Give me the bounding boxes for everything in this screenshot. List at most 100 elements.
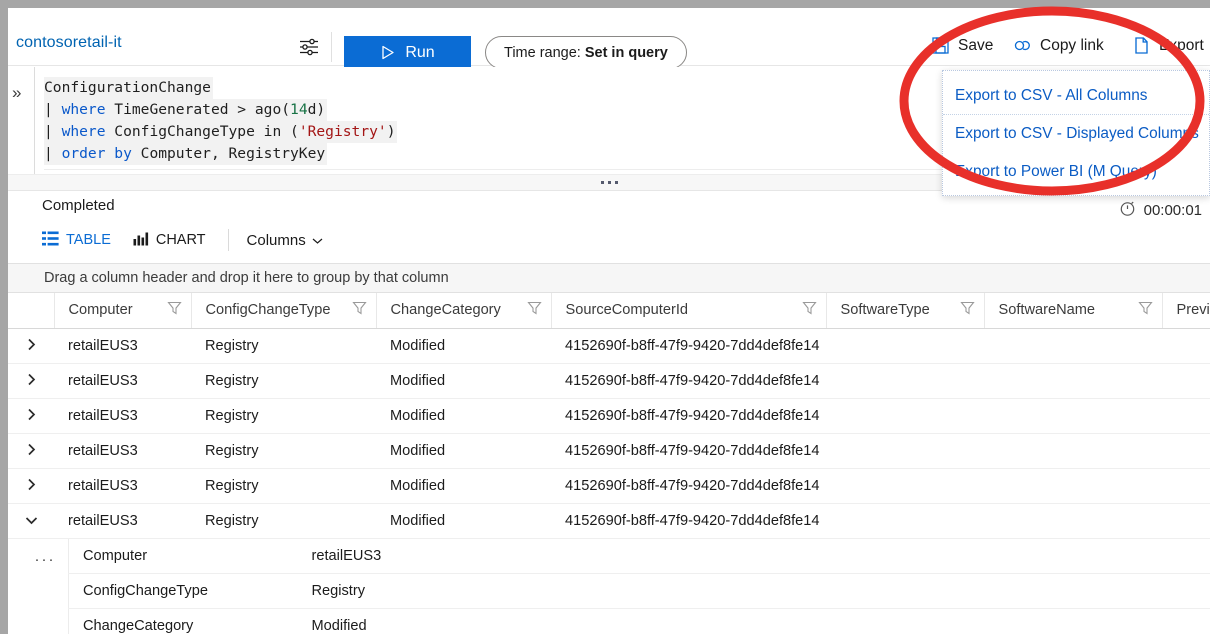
detail-row: ChangeCategoryModified (69, 609, 1210, 634)
column-header-changecategory[interactable]: ChangeCategory (376, 293, 551, 328)
command-bar: contosoretail-it Run Time (8, 17, 1210, 66)
cell-softwarename (984, 363, 1162, 398)
column-header-label: SoftwareName (999, 302, 1096, 318)
row-expand-toggle[interactable] (8, 328, 54, 363)
cell-sourcecomputerid: 4152690f-b8ff-47f9-9420-7dd4def8fe14 (551, 468, 826, 503)
table-icon (42, 231, 59, 250)
cell-previou (1162, 468, 1210, 503)
tab-chart-label: CHART (156, 232, 206, 248)
funnel-icon[interactable] (352, 301, 367, 320)
kql-query-text[interactable]: ConfigurationChange| where TimeGenerated… (44, 77, 397, 165)
table-row[interactable]: retailEUS3RegistryModified4152690f-b8ff-… (8, 398, 1210, 433)
cell-softwaretype (826, 363, 984, 398)
table-row[interactable]: retailEUS3RegistryModified4152690f-b8ff-… (8, 503, 1210, 538)
cell-previou (1162, 398, 1210, 433)
cell-softwarename (984, 328, 1162, 363)
row-expand-toggle[interactable] (8, 398, 54, 433)
column-header-softwarename[interactable]: SoftwareName (984, 293, 1162, 328)
editor-gutter-divider (34, 67, 35, 174)
copy-link-button[interactable]: Copy link (1012, 35, 1104, 56)
cell-previou (1162, 363, 1210, 398)
ellipsis-icon[interactable]: ··· (22, 539, 68, 634)
workspace-name-link[interactable]: contosoretail-it (16, 34, 122, 52)
results-header: Completed TABLE (8, 191, 1210, 263)
row-expand-toggle[interactable] (8, 363, 54, 398)
export-menu-item-label: Export to Power BI (M Query) (955, 163, 1157, 181)
cell-sourcecomputerid: 4152690f-b8ff-47f9-9420-7dd4def8fe14 (551, 328, 826, 363)
cell-sourcecomputerid: 4152690f-b8ff-47f9-9420-7dd4def8fe14 (551, 363, 826, 398)
column-header-label: ChangeCategory (391, 302, 501, 318)
chevron-right-icon (27, 443, 36, 459)
sliders-icon[interactable] (297, 35, 321, 59)
cell-computer: retailEUS3 (54, 433, 191, 468)
column-header-computer[interactable]: Computer (54, 293, 191, 328)
funnel-icon[interactable] (167, 301, 182, 320)
kql-line: | where TimeGenerated > ago(14d) (44, 99, 327, 121)
screenshot-root: contosoretail-it Run Time (0, 0, 1210, 634)
row-expand-toggle[interactable] (8, 468, 54, 503)
export-menu-item-label: Export to CSV - All Columns (955, 87, 1147, 105)
detail-row: ConfigChangeTypeRegistry (69, 574, 1210, 609)
export-menu-item-3[interactable]: Export to Power BI (M Query) (943, 153, 1209, 191)
detail-field-value: Registry (312, 574, 1210, 609)
export-menu-item-2[interactable]: Export to CSV - Displayed Columns (943, 115, 1209, 153)
cell-softwaretype (826, 503, 984, 538)
column-header-label: Computer (69, 302, 133, 318)
cell-softwaretype (826, 433, 984, 468)
funnel-icon[interactable] (1138, 301, 1153, 320)
funnel-icon[interactable] (527, 301, 542, 320)
funnel-icon[interactable] (960, 301, 975, 320)
cell-computer: retailEUS3 (54, 363, 191, 398)
column-header-label: ConfigChangeType (206, 302, 331, 318)
export-dropdown-menu: Export to CSV - All Columns Export to CSV… (942, 70, 1210, 196)
column-header-softwaretype[interactable]: SoftwareType (826, 293, 984, 328)
columns-button-label: Columns (247, 232, 306, 249)
toolbar-divider (331, 32, 332, 62)
column-header-label: Previou (1177, 302, 1210, 318)
save-button[interactable]: Save (930, 35, 993, 56)
drag-dots-icon (601, 181, 618, 184)
stopwatch-icon (1119, 200, 1136, 221)
run-button-label: Run (405, 44, 434, 62)
export-menu-item-1[interactable]: Export to CSV - All Columns (943, 77, 1209, 115)
column-header-sourcecomputerid[interactable]: SourceComputerId (551, 293, 826, 328)
time-range-picker[interactable]: Time range: Set in query (485, 36, 687, 69)
row-detail-panel-host: ···ComputerretailEUS3ConfigChangeTypeReg… (8, 538, 1210, 634)
funnel-icon[interactable] (802, 301, 817, 320)
export-label: Export (1159, 37, 1204, 55)
cell-computer: retailEUS3 (54, 328, 191, 363)
cell-changecategory: Modified (376, 398, 551, 433)
query-timer: 00:00:01 (1119, 200, 1202, 221)
export-button[interactable]: Export (1131, 35, 1204, 56)
table-row[interactable]: retailEUS3RegistryModified4152690f-b8ff-… (8, 433, 1210, 468)
run-query-button[interactable]: Run (344, 36, 471, 69)
double-chevron-right-icon[interactable]: » (12, 83, 21, 103)
chevron-down-icon (25, 513, 38, 528)
query-status-text: Completed (42, 197, 115, 214)
tab-table[interactable]: TABLE (42, 231, 133, 250)
row-expand-toggle[interactable] (8, 433, 54, 468)
table-row[interactable]: retailEUS3RegistryModified4152690f-b8ff-… (8, 363, 1210, 398)
table-header-row: Computer ConfigChangeType ChangeCategory So… (8, 293, 1210, 328)
table-row[interactable]: retailEUS3RegistryModified4152690f-b8ff-… (8, 328, 1210, 363)
tabs-divider (228, 229, 229, 251)
cell-softwarename (984, 398, 1162, 433)
tab-chart[interactable]: CHART (133, 231, 228, 250)
row-collapse-toggle[interactable] (8, 503, 54, 538)
elapsed-time: 00:00:01 (1144, 202, 1202, 219)
cell-changecategory: Modified (376, 468, 551, 503)
table-row[interactable]: retailEUS3RegistryModified4152690f-b8ff-… (8, 468, 1210, 503)
chevron-down-icon (312, 232, 323, 249)
columns-dropdown-button[interactable]: Columns (247, 232, 323, 249)
detail-field-name: Computer (69, 539, 312, 574)
cell-previou (1162, 433, 1210, 468)
export-icon (1131, 35, 1152, 56)
app-window: contosoretail-it Run Time (8, 8, 1210, 634)
column-header-configchangetype[interactable]: ConfigChangeType (191, 293, 376, 328)
cell-softwarename (984, 503, 1162, 538)
column-header-label: SourceComputerId (566, 302, 689, 318)
cell-configchangetype: Registry (191, 433, 376, 468)
cell-changecategory: Modified (376, 363, 551, 398)
group-by-dropzone[interactable]: Drag a column header and drop it here to… (8, 263, 1210, 293)
column-header-previou[interactable]: Previou (1162, 293, 1210, 328)
